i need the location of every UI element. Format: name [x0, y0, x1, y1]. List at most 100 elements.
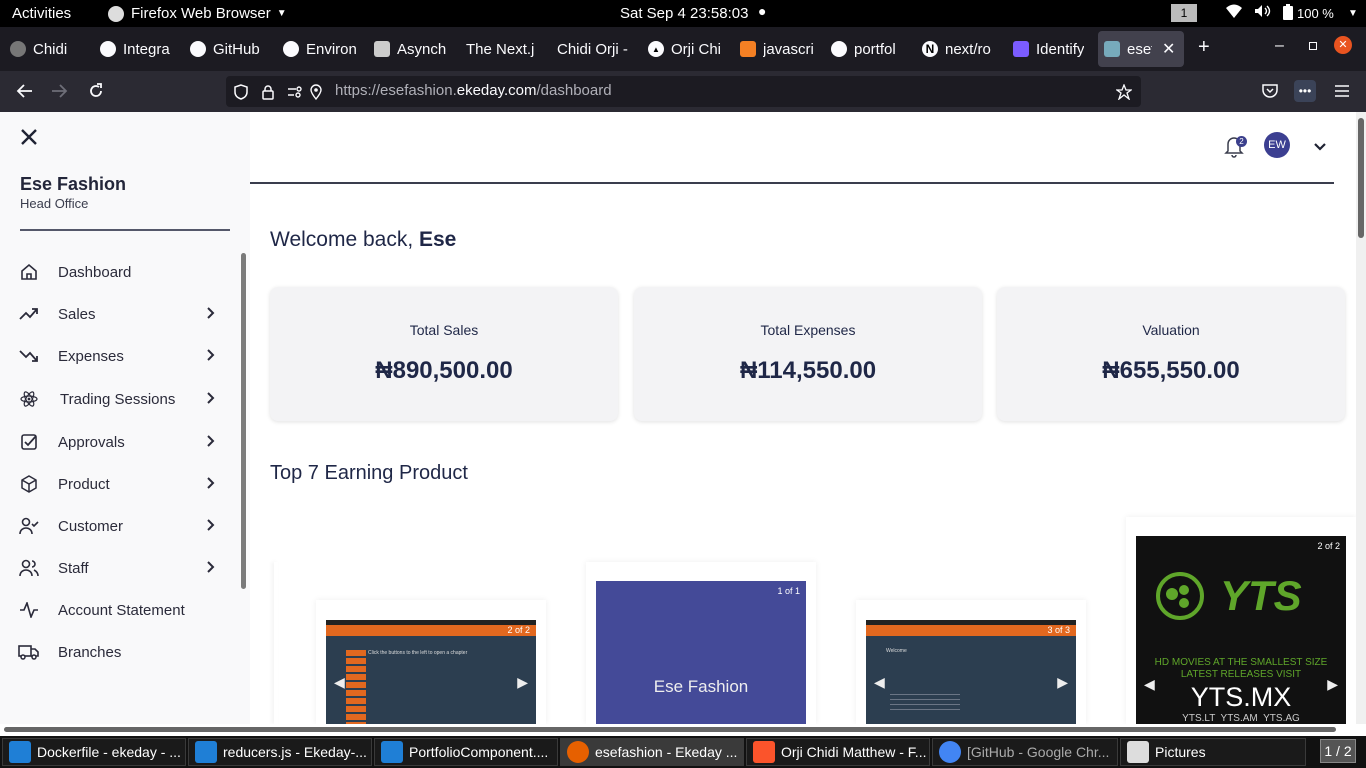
clock[interactable]: Sat Sep 4 23:58:03: [620, 5, 748, 22]
window-close-icon[interactable]: ✕: [1334, 36, 1352, 54]
avatar[interactable]: EW: [1264, 132, 1290, 158]
chevron-down-icon[interactable]: [1313, 139, 1327, 157]
url-text[interactable]: https://esefashion.ekeday.com/dashboard: [335, 82, 612, 99]
avatar-icon: [10, 41, 26, 57]
horizontal-scrollbar-thumb[interactable]: [4, 727, 1336, 732]
product-card[interactable]: Click the buttons to the left to open a …: [316, 600, 546, 724]
sidebar-item-account-statement[interactable]: Account Statement: [18, 597, 218, 623]
close-icon[interactable]: [20, 128, 38, 151]
chevron-right-icon[interactable]: ▶: [1057, 674, 1068, 691]
chevron-right-icon[interactable]: ▶: [517, 674, 528, 691]
activities-button[interactable]: Activities: [12, 5, 71, 22]
chevron-left-icon[interactable]: ◀: [1144, 676, 1155, 693]
back-icon[interactable]: [14, 81, 34, 101]
yts-logo-icon: [1150, 572, 1210, 625]
taskbar-item[interactable]: [GitHub - Google Chr...: [932, 738, 1118, 766]
github-icon: [283, 41, 299, 57]
chevron-left-icon[interactable]: ◀: [334, 674, 345, 691]
shield-icon[interactable]: [232, 82, 250, 102]
taskbar-item[interactable]: Orji Chidi Matthew - F...: [746, 738, 930, 766]
lock-icon[interactable]: [260, 82, 276, 102]
sidebar-item-staff[interactable]: Staff: [18, 555, 218, 581]
sidebar-item-approvals[interactable]: Approvals: [18, 429, 218, 455]
sidebar-item-dashboard[interactable]: Dashboard: [18, 259, 218, 285]
sidebar-item-label: Expenses: [58, 347, 124, 365]
tab[interactable]: Chidi Orji -: [557, 33, 639, 65]
minimize-icon[interactable]: –: [1275, 37, 1284, 55]
product-card[interactable]: 2 of 2 YTS HD MOVIES AT THE SMALLEST SIZ…: [1126, 517, 1356, 724]
github-icon: [100, 41, 116, 57]
home-icon: [18, 261, 40, 283]
tab[interactable]: Environ: [283, 33, 365, 65]
brave-icon: [753, 741, 775, 763]
stat-label: Total Expenses: [760, 322, 856, 338]
users-icon: [18, 557, 40, 579]
product-card[interactable]: Welcome 3 of 3 ◀ ▶: [856, 600, 1086, 724]
sidebar-item-trading-sessions[interactable]: Trading Sessions: [18, 386, 218, 412]
volume-icon[interactable]: [1254, 4, 1272, 22]
tab[interactable]: Asynch: [374, 33, 456, 65]
workspace-indicator[interactable]: 1: [1171, 4, 1197, 22]
tab[interactable]: The Next.j: [466, 33, 548, 65]
tab-active[interactable]: esefa: [1104, 33, 1152, 65]
sidebar-item-product[interactable]: Product: [18, 471, 218, 497]
user-check-icon: [18, 515, 40, 537]
tab[interactable]: Identify: [1013, 33, 1095, 65]
product-card[interactable]: 1 of 1 Ese Fashion: [586, 562, 816, 724]
system-menu-chevron-icon[interactable]: ▼: [1348, 8, 1358, 19]
sidebar-item-branches[interactable]: Branches: [18, 639, 218, 665]
chrome-icon: [939, 741, 961, 763]
url-path: /dashboard: [536, 82, 612, 99]
welcome-name: Ese: [419, 228, 457, 251]
pocket-icon[interactable]: [1261, 81, 1279, 101]
chevron-right-icon: [206, 560, 216, 578]
forward-icon[interactable]: [50, 81, 70, 101]
chevron-right-icon: [206, 391, 216, 409]
page-scrollbar-thumb[interactable]: [1358, 118, 1364, 238]
workspace-pager[interactable]: 1 / 2: [1320, 739, 1356, 763]
tab-label: Chidi: [33, 40, 68, 58]
battery-icon[interactable]: [1283, 4, 1293, 24]
reload-icon[interactable]: [86, 81, 106, 101]
tab[interactable]: Nnext/ro: [922, 33, 1004, 65]
chevron-right-icon[interactable]: ▶: [1327, 676, 1338, 693]
browser-tab-bar: Chidi Integra GitHub Environ Asynch The Next.…: [0, 27, 1366, 71]
taskbar-item-active[interactable]: esefashion - Ekeday ...: [560, 738, 744, 766]
stat-card-total-expenses: Total Expenses ₦114,550.00: [634, 287, 982, 421]
taskbar-item[interactable]: PortfolioComponent....: [374, 738, 558, 766]
wifi-icon[interactable]: [1226, 4, 1242, 22]
permissions-icon[interactable]: [288, 82, 304, 102]
close-tab-icon[interactable]: ✕: [1162, 39, 1175, 59]
url-prefix: https://esefashion.: [335, 82, 457, 99]
sidebar-item-expenses[interactable]: Expenses: [18, 343, 218, 369]
tab-label: Asynch: [397, 40, 447, 58]
tab[interactable]: portfol: [831, 33, 913, 65]
tab[interactable]: GitHub: [190, 33, 272, 65]
section-title: Top 7 Earning Product: [270, 462, 468, 484]
hamburger-menu-icon[interactable]: [1333, 81, 1351, 101]
tab[interactable]: javascri: [740, 33, 822, 65]
maximize-icon[interactable]: [1309, 42, 1317, 50]
product-thumbnail: Click the buttons to the left to open a …: [326, 620, 536, 724]
sidebar-item-sales[interactable]: Sales: [18, 301, 218, 327]
figure-icon: [1013, 41, 1029, 57]
taskbar-item[interactable]: Pictures: [1120, 738, 1306, 766]
taskbar-item[interactable]: reducers.js - Ekeday-...: [188, 738, 372, 766]
app-menu[interactable]: Firefox Web Browser ▼: [108, 5, 287, 22]
tab[interactable]: ▲ Orji Chi: [648, 33, 730, 65]
extension-icon[interactable]: •••: [1294, 80, 1316, 102]
taskbar-item[interactable]: Dockerfile - ekeday - ...: [2, 738, 186, 766]
new-tab-icon[interactable]: +: [1198, 36, 1210, 59]
taskbar-item-label: Orji Chidi Matthew - F...: [781, 744, 927, 760]
sidebar-item-customer[interactable]: Customer: [18, 513, 218, 539]
taskbar-item-label: Dockerfile - ekeday - ...: [37, 744, 181, 760]
location-icon[interactable]: [308, 82, 324, 102]
firefox-icon: [108, 5, 124, 22]
tab-label: Identify: [1036, 40, 1085, 58]
sidebar-scrollbar[interactable]: [241, 253, 246, 589]
tab[interactable]: Integra: [100, 33, 180, 65]
chevron-left-icon[interactable]: ◀: [874, 674, 885, 691]
tab[interactable]: Chidi: [10, 33, 90, 65]
bookmark-star-icon[interactable]: [1115, 82, 1133, 102]
address-bar[interactable]: https://esefashion.ekeday.com/dashboard: [226, 76, 1141, 107]
